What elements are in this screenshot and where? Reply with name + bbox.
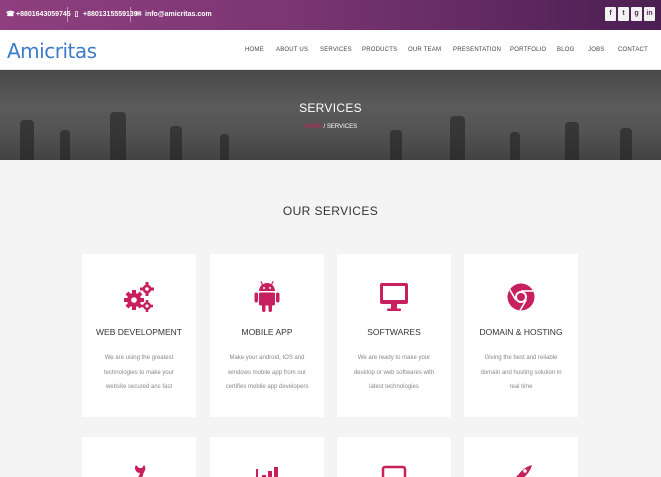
- linkedin-icon[interactable]: in: [644, 7, 655, 21]
- divider: [130, 7, 131, 22]
- mobile-icon: ▯: [74, 11, 79, 18]
- android-icon: [210, 280, 324, 314]
- nav-contact[interactable]: CONTACT: [618, 47, 648, 53]
- nav-home[interactable]: HOME: [245, 47, 264, 53]
- service-card-domain-hosting[interactable]: DOMAIN & HOSTING Giving the best and rel…: [464, 254, 578, 417]
- page-title: SERVICES: [299, 101, 362, 115]
- section-title: OUR SERVICES: [282, 204, 379, 218]
- top-contact-bar: ☎ +8801643059745 ▯ +8801315559139 ✉ info…: [0, 0, 661, 30]
- gears-icon: [82, 280, 196, 314]
- facebook-icon[interactable]: f: [605, 7, 616, 21]
- service-card-mobile-app[interactable]: MOBILE APP Make your android, IOS and wi…: [210, 254, 324, 417]
- nav-products[interactable]: PRODUCTS: [362, 47, 397, 53]
- breadcrumb-separator: /: [323, 124, 326, 130]
- nav-presentation[interactable]: PRESENTATION: [453, 47, 501, 53]
- nav-our-team[interactable]: OUR TEAM: [408, 47, 441, 53]
- nav-jobs[interactable]: JOBS: [588, 47, 604, 53]
- service-card-softwares[interactable]: SOFTWARES We are ready to make your desk…: [337, 254, 451, 417]
- service-description: Make your android, IOS and windows mobil…: [225, 355, 309, 390]
- service-title: SOFTWARES: [367, 327, 421, 337]
- wrench-icon: [82, 463, 196, 477]
- nav-portfolio[interactable]: PORTFOLIO: [510, 47, 546, 53]
- email-text: info@amicritas.com: [145, 10, 212, 18]
- breadcrumb-home[interactable]: HOME: [304, 124, 322, 130]
- service-card[interactable]: [82, 437, 196, 477]
- site-logo[interactable]: Amicritas: [7, 39, 97, 63]
- email-link[interactable]: ✉ info@amicritas.com: [135, 10, 212, 19]
- rocket-icon: [464, 463, 578, 477]
- desktop-icon: [337, 280, 451, 314]
- service-description: We are using the greatest technologies t…: [103, 355, 175, 390]
- monitor-icon: [337, 465, 451, 477]
- nav-blog[interactable]: BLOG: [557, 47, 574, 53]
- breadcrumb: HOME / SERVICES: [0, 124, 661, 130]
- phone-icon: ☎: [6, 11, 15, 18]
- nav-services[interactable]: SERVICES: [320, 47, 352, 53]
- page-hero-banner: SERVICES HOME / SERVICES: [0, 70, 661, 160]
- twitter-icon[interactable]: t: [618, 7, 629, 21]
- service-card-web-development[interactable]: WEB DEVELOPMENT We are using the greates…: [82, 254, 196, 417]
- service-title: MOBILE APP: [241, 327, 293, 337]
- hero-overlay: [0, 70, 661, 160]
- google-plus-icon[interactable]: g: [631, 7, 642, 21]
- phone-2[interactable]: ▯ +8801315559139: [73, 10, 138, 19]
- chrome-icon: [464, 280, 578, 314]
- phone-1[interactable]: ☎ +8801643059745: [6, 10, 71, 19]
- social-links: f t g in: [605, 7, 655, 21]
- divider: [67, 7, 68, 22]
- main-navbar: Amicritas HOME ABOUT US SERVICES PRODUCT…: [0, 30, 661, 70]
- service-description: Giving the best and reliable domain and …: [480, 355, 562, 390]
- service-card[interactable]: [337, 437, 451, 477]
- service-description: We are ready to make your desktop or web…: [353, 355, 435, 390]
- phone-1-text: +8801643059745: [16, 10, 71, 18]
- nav-about-us[interactable]: ABOUT US: [276, 47, 308, 53]
- service-card[interactable]: [464, 437, 578, 477]
- service-title: WEB DEVELOPMENT: [96, 327, 182, 337]
- bar-chart-icon: [210, 463, 324, 477]
- service-card[interactable]: [210, 437, 324, 477]
- breadcrumb-current: SERVICES: [326, 124, 358, 130]
- envelope-icon: ✉: [135, 11, 142, 18]
- service-title: DOMAIN & HOSTING: [479, 327, 563, 337]
